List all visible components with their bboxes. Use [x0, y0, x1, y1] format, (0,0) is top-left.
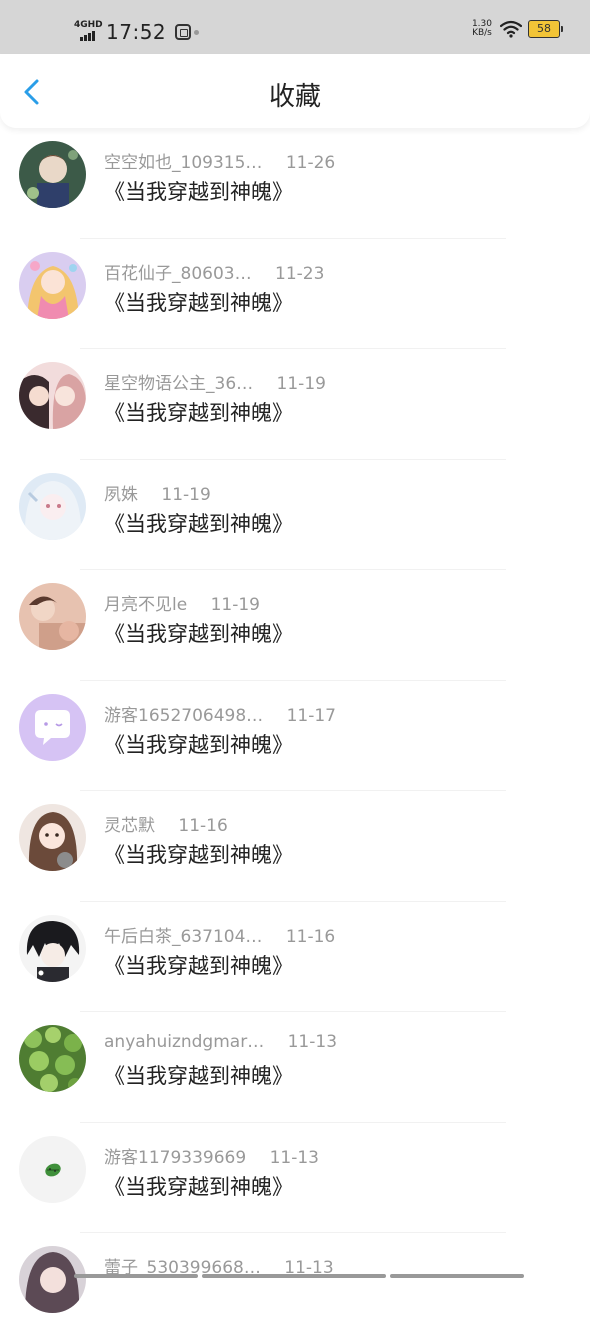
favorite-date: 11-26 [285, 153, 336, 173]
list-item-meta: 月亮不见le 11-19 [104, 590, 260, 615]
avatar[interactable] [19, 693, 86, 761]
book-title[interactable]: 《当我穿越到神魄》 [104, 1060, 293, 1090]
app-header: 收藏 [0, 54, 590, 128]
page-title: 收藏 [268, 82, 321, 112]
book-title[interactable]: 《当我穿越到神魄》 [104, 950, 293, 980]
list-item-meta: anyahuizndgmar… 11-13 [104, 1032, 337, 1052]
notification-dot-icon [194, 29, 200, 35]
list-item-meta: 百花仙子_80603… 11-23 [104, 259, 324, 284]
list-item[interactable]: 游客1179339669 11-13 《当我穿越到神魄》 [0, 1123, 590, 1233]
list-item-meta: 午后白茶_637104… 11-16 [104, 922, 335, 947]
list-item[interactable]: 游客1652706498… 11-17 《当我穿越到神魄》 [0, 681, 590, 791]
book-title[interactable]: 《当我穿越到神魄》 [104, 397, 293, 427]
avatar[interactable] [19, 1135, 86, 1203]
list-item[interactable]: 夙姝 11-19 《当我穿越到神魄》 [0, 460, 590, 570]
status-bar-left: 4GHD 17:52 [74, 18, 200, 46]
user-name[interactable]: 游客1179339669 [104, 1143, 246, 1168]
book-title[interactable]: 《当我穿越到神魄》 [104, 618, 293, 648]
user-name[interactable]: 夙姝 [104, 480, 138, 505]
network-type: 4GHD [74, 20, 103, 30]
list-item[interactable]: 午后白茶_637104… 11-16 《当我穿越到神魄》 [0, 902, 590, 1012]
favorite-date: 11-17 [286, 705, 336, 726]
list-item-meta: 空空如也_109315… 11-26 [104, 148, 335, 173]
avatar[interactable] [19, 141, 86, 208]
favorite-date: 11-19 [161, 484, 211, 505]
user-name[interactable]: 月亮不见le [104, 590, 187, 615]
avatar[interactable] [19, 1025, 86, 1092]
list-item[interactable]: 星空物语公主_36… 11-19 《当我穿越到神魄》 [0, 349, 590, 460]
list-item-meta: 游客1652706498… 11-17 [104, 701, 336, 726]
wifi-icon [500, 20, 522, 38]
avatar[interactable] [19, 804, 86, 871]
list-item-meta: 游客1179339669 11-13 [104, 1143, 319, 1168]
scroll-indicator [74, 1274, 524, 1278]
list-item[interactable]: 月亮不见le 11-19 《当我穿越到神魄》 [0, 570, 590, 681]
favorite-date: 11-19 [276, 374, 326, 394]
list-item[interactable]: 灵芯默 11-16 《当我穿越到神魄》 [0, 791, 590, 902]
user-name[interactable]: 游客1652706498… [104, 701, 263, 726]
book-title[interactable]: 《当我穿越到神魄》 [104, 1171, 293, 1201]
cellular-signal-icon: 4GHD [74, 20, 103, 43]
user-name[interactable]: 空空如也_109315… [104, 148, 262, 173]
user-name[interactable]: 午后白茶_637104… [104, 922, 262, 947]
user-name[interactable]: anyahuizndgmar… [104, 1032, 264, 1052]
list-item-meta: 灵芯默 11-16 [104, 811, 228, 836]
book-title[interactable]: 《当我穿越到神魄》 [104, 508, 293, 538]
avatar[interactable] [19, 472, 86, 540]
book-title[interactable]: 《当我穿越到神魄》 [104, 839, 293, 869]
clock: 17:52 [106, 20, 167, 44]
favorites-list: 空空如也_109315… 11-26 《当我穿越到神魄》 百花仙子_80603…… [0, 128, 590, 1344]
list-item-meta: 星空物语公主_36… 11-19 [104, 369, 326, 394]
book-title[interactable]: 《当我穿越到神魄》 [104, 729, 293, 759]
network-speed: 1.30 KB/s [472, 20, 492, 38]
favorite-date: 11-13 [269, 1147, 319, 1168]
user-name[interactable]: 星空物语公主_36… [104, 369, 253, 394]
avatar[interactable] [19, 251, 86, 319]
book-title[interactable]: 《当我穿越到神魄》 [104, 287, 293, 317]
favorite-date: 11-19 [210, 595, 260, 615]
avatar[interactable] [19, 914, 86, 982]
book-title[interactable]: 《当我穿越到神魄》 [104, 176, 293, 206]
favorite-date: 11-13 [287, 1032, 338, 1052]
favorite-date: 11-16 [178, 816, 228, 836]
battery-icon: 58 [528, 20, 563, 38]
list-item[interactable]: 空空如也_109315… 11-26 《当我穿越到神魄》 [0, 128, 590, 239]
status-bar: 4GHD 17:52 1.30 KB/s 58 [0, 0, 590, 54]
favorite-date: 11-23 [275, 263, 325, 284]
notification-app-icon [175, 24, 192, 40]
avatar[interactable] [19, 583, 86, 650]
user-name[interactable]: 百花仙子_80603… [104, 259, 252, 284]
network-speed-unit: KB/s [472, 28, 492, 38]
status-bar-right: 1.30 KB/s 58 [472, 20, 563, 38]
list-item-meta: 夙姝 11-19 [104, 480, 211, 505]
user-name[interactable]: 灵芯默 [104, 811, 155, 836]
list-item[interactable]: 百花仙子_80603… 11-23 《当我穿越到神魄》 [0, 239, 590, 349]
list-item[interactable]: 蕾子_530399668… 11-13 [0, 1233, 590, 1344]
favorite-date: 11-16 [285, 926, 336, 947]
avatar[interactable] [19, 362, 86, 429]
list-item[interactable]: anyahuizndgmar… 11-13 《当我穿越到神魄》 [0, 1012, 590, 1123]
